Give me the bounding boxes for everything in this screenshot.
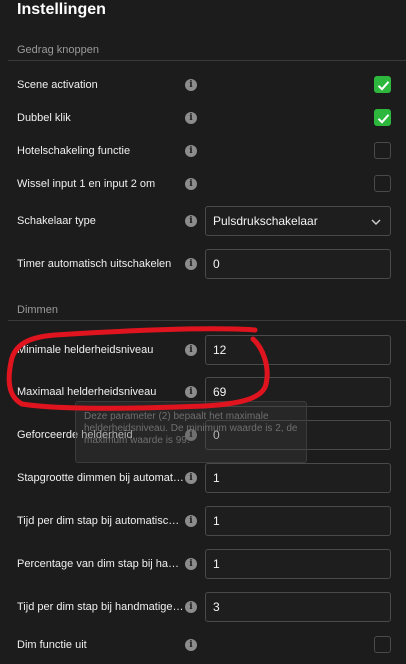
annotation-circle [6,326,270,411]
